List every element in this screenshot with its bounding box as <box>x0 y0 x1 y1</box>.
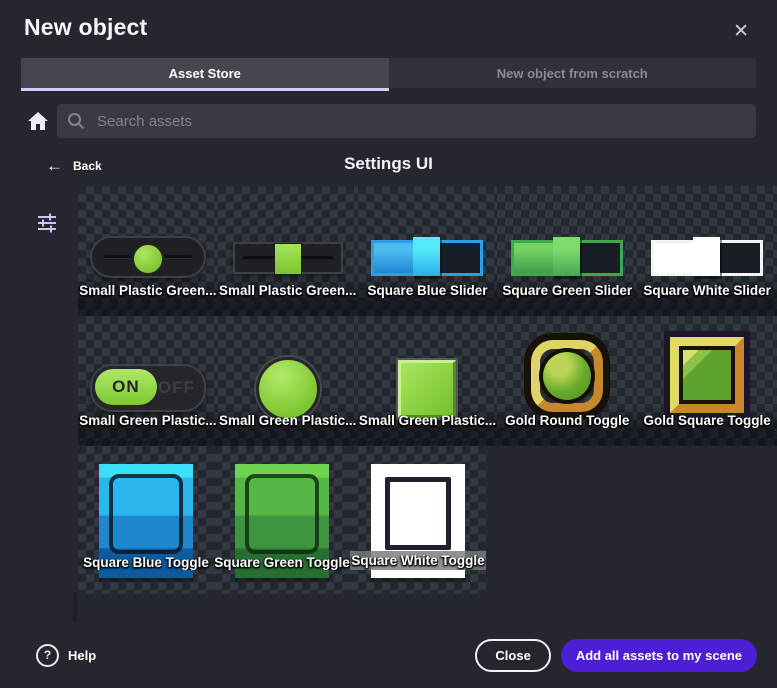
blue-slider-art <box>371 240 483 276</box>
on-off-toggle-art: ON OFF <box>90 364 206 412</box>
search-box <box>57 104 756 138</box>
new-object-dialog: New object ✕ Asset Store New object from… <box>0 0 777 594</box>
asset-store-content: Settings UI ← Back Small Plastic Green..… <box>0 154 777 594</box>
asset-label: Small Green Plastic... <box>78 413 218 428</box>
asset-label: Small Plastic Green... <box>78 283 218 298</box>
asset-label: Square Green Toggle <box>214 555 350 570</box>
asset-row: Square Blue Toggle Square Green Toggle S… <box>78 446 777 594</box>
asset-label: Square Blue Slider <box>358 283 498 298</box>
back-button[interactable]: ← Back <box>40 156 108 175</box>
white-slider-art <box>651 240 763 276</box>
gold-round-toggle-art <box>524 333 610 419</box>
gold-square-toggle-art <box>664 331 750 419</box>
toggle-on-label: ON <box>95 369 157 405</box>
dialog-close-button[interactable]: ✕ <box>729 16 753 47</box>
asset-label: Square White Slider <box>637 283 777 298</box>
asset-label: Square Blue Toggle <box>78 555 214 570</box>
tab-new-object-from-scratch[interactable]: New object from scratch <box>389 58 757 88</box>
asset-tile[interactable]: Small Green Plastic... <box>358 316 498 431</box>
asset-tile[interactable]: Square White Slider <box>637 186 777 301</box>
asset-label: Square Green Slider <box>497 283 637 298</box>
tab-asset-store[interactable]: Asset Store <box>21 58 389 88</box>
section-title: Settings UI <box>0 154 777 174</box>
back-label: Back <box>73 159 102 173</box>
asset-label: Gold Square Toggle <box>637 413 777 428</box>
asset-tile[interactable]: Small Plastic Green... <box>218 186 358 301</box>
asset-tile[interactable]: ON OFF Small Green Plastic... <box>78 316 218 431</box>
asset-tile[interactable]: Square Blue Toggle <box>78 446 214 594</box>
dialog-header: New object ✕ <box>0 0 777 58</box>
asset-tile[interactable]: Gold Round Toggle <box>497 316 637 431</box>
tab-label: New object from scratch <box>497 66 648 81</box>
home-button[interactable] <box>21 112 57 130</box>
tab-bar: Asset Store New object from scratch <box>21 58 756 88</box>
search-icon <box>67 112 85 130</box>
filter-button[interactable] <box>33 209 61 240</box>
section-nav: Settings UI ← Back <box>0 154 777 184</box>
search-row <box>21 104 756 138</box>
asset-label: Square White Toggle <box>350 551 486 570</box>
green-circle-button-art <box>256 357 320 421</box>
asset-tile[interactable]: Square Blue Slider <box>358 186 498 301</box>
asset-label: Small Green Plastic... <box>218 413 358 428</box>
close-icon: ✕ <box>733 21 749 42</box>
asset-tile[interactable]: Square Green Slider <box>497 186 637 301</box>
row-gap <box>78 431 777 446</box>
help-button[interactable]: ? Help <box>32 644 100 667</box>
help-icon: ? <box>36 644 59 667</box>
page-title: New object <box>24 14 147 41</box>
asset-tile[interactable]: Square Green Toggle <box>214 446 350 594</box>
asset-label: Small Green Plastic... <box>358 413 498 428</box>
help-label: Help <box>68 648 96 663</box>
filter-icon <box>35 211 59 235</box>
asset-grid: Small Plastic Green... Small Plastic Gre… <box>78 186 777 594</box>
search-input[interactable] <box>95 112 746 131</box>
asset-label: Small Plastic Green... <box>218 283 358 298</box>
asset-tile[interactable]: Small Plastic Green... <box>78 186 218 301</box>
asset-label: Gold Round Toggle <box>497 413 637 428</box>
asset-tile[interactable]: Square White Toggle <box>350 446 486 594</box>
asset-tile[interactable]: Small Green Plastic... <box>218 316 358 431</box>
home-icon <box>28 112 48 130</box>
tab-label: Asset Store <box>169 66 241 81</box>
row-gap <box>78 301 777 316</box>
round-slider-art <box>90 236 206 278</box>
dialog-footer: ? Help Close Add all assets to my scene <box>0 622 777 688</box>
green-slider-art <box>511 240 623 276</box>
asset-row: ON OFF Small Green Plastic... Small Gree… <box>78 316 777 431</box>
toggle-off-label: OFF <box>158 366 195 410</box>
add-all-assets-button[interactable]: Add all assets to my scene <box>561 639 757 672</box>
scroll-divider <box>73 592 77 622</box>
asset-tile[interactable]: Gold Square Toggle <box>637 316 777 431</box>
close-button[interactable]: Close <box>475 639 550 672</box>
back-arrow-icon: ← <box>46 157 63 174</box>
green-square-button-art <box>398 360 456 418</box>
flat-slider-art <box>233 242 343 274</box>
asset-row: Small Plastic Green... Small Plastic Gre… <box>78 186 777 301</box>
